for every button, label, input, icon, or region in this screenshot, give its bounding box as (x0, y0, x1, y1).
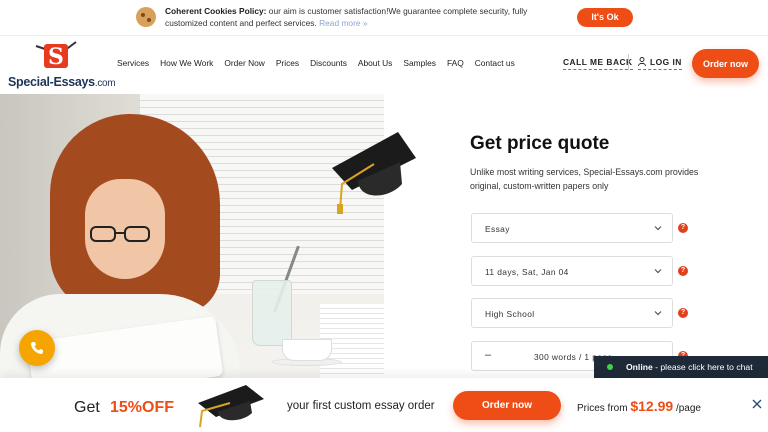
chat-message: - please click here to chat (652, 362, 753, 372)
paper-type-select[interactable]: Essay (471, 213, 673, 243)
cookie-title: Coherent Cookies Policy: (165, 6, 267, 16)
chevron-down-icon (654, 311, 662, 316)
chat-status: Online (626, 362, 653, 372)
read-more-link[interactable]: Read more » (319, 18, 367, 28)
chat-widget[interactable]: Online - please click here to chat (594, 356, 768, 378)
level-value: High School (485, 309, 535, 319)
header-order-button[interactable]: Order now (692, 49, 759, 78)
chat-text: Online - please click here to chat (626, 362, 753, 372)
nav-prices[interactable]: Prices (276, 58, 299, 68)
cookie-banner: Coherent Cookies Policy: our aim is cust… (0, 0, 768, 36)
price-prefix: Prices from (577, 403, 631, 414)
graduation-cap-icon (332, 132, 416, 214)
promo-discount: 15%OFF (110, 399, 175, 416)
logo-name: Special-Essays (8, 75, 95, 89)
graduation-cap-icon (198, 385, 264, 428)
cookie-text: Coherent Cookies Policy: our aim is cust… (165, 5, 570, 29)
page: Coherent Cookies Policy: our aim is cust… (0, 0, 768, 432)
cookie-icon (136, 7, 156, 27)
nav-faq[interactable]: FAQ (447, 58, 464, 68)
close-icon[interactable] (751, 398, 763, 410)
level-select[interactable]: High School (471, 298, 673, 328)
svg-text:S: S (48, 44, 64, 70)
online-status-icon (607, 364, 613, 370)
drink-glass (252, 280, 292, 346)
nav-how-we-work[interactable]: How We Work (160, 58, 213, 68)
logo-icon[interactable]: S (34, 40, 78, 72)
header-divider (628, 54, 629, 70)
site-header: S Special-Essays.com Services How We Wor… (0, 36, 768, 94)
deadline-value: 11 days, Sat, Jan 04 (485, 267, 569, 277)
promo-bar: Get 15%OFF your first custom essay order… (0, 378, 768, 432)
phone-button[interactable] (19, 330, 55, 366)
quote-description: Unlike most writing services, Special-Es… (470, 167, 699, 191)
help-icon[interactable]: ? (678, 223, 688, 233)
paper-type-value: Essay (485, 224, 510, 234)
promo-get: Get (74, 399, 100, 416)
deadline-select[interactable]: 11 days, Sat, Jan 04 (471, 256, 673, 286)
hero-image (0, 94, 384, 379)
logo-suffix: .com (94, 78, 116, 89)
call-me-back-link[interactable]: CALL ME BACK (563, 57, 633, 70)
quote-title: Get price quote (470, 133, 610, 154)
phone-icon (31, 342, 43, 354)
login-link[interactable]: LOG IN (638, 57, 682, 70)
help-icon[interactable]: ? (678, 308, 688, 318)
login-label: LOG IN (650, 57, 682, 67)
nav-samples[interactable]: Samples (403, 58, 436, 68)
nav-order-now[interactable]: Order Now (224, 58, 265, 68)
help-icon[interactable]: ? (678, 266, 688, 276)
nav-discounts[interactable]: Discounts (310, 58, 347, 68)
nav-contact-us[interactable]: Contact us (475, 58, 515, 68)
promo-order-button[interactable]: Order now (453, 391, 561, 420)
coffee-cup (282, 339, 332, 361)
main-nav: Services How We Work Order Now Prices Di… (117, 58, 526, 68)
logo-text[interactable]: Special-Essays.com (8, 75, 116, 89)
price-suffix: /page (673, 403, 701, 414)
promo-text: your first custom essay order (287, 400, 435, 412)
decrease-pages-button[interactable]: – (485, 349, 491, 361)
promo-price: Prices from $12.99 /page (577, 398, 701, 414)
chevron-down-icon (654, 269, 662, 274)
nav-services[interactable]: Services (117, 58, 149, 68)
price-amount: $12.99 (630, 398, 674, 414)
nav-about-us[interactable]: About Us (358, 58, 392, 68)
chevron-down-icon (654, 226, 662, 231)
cookie-ok-button[interactable]: It's Ok (577, 8, 633, 27)
glasses-icon (90, 226, 150, 242)
user-icon (638, 57, 646, 66)
